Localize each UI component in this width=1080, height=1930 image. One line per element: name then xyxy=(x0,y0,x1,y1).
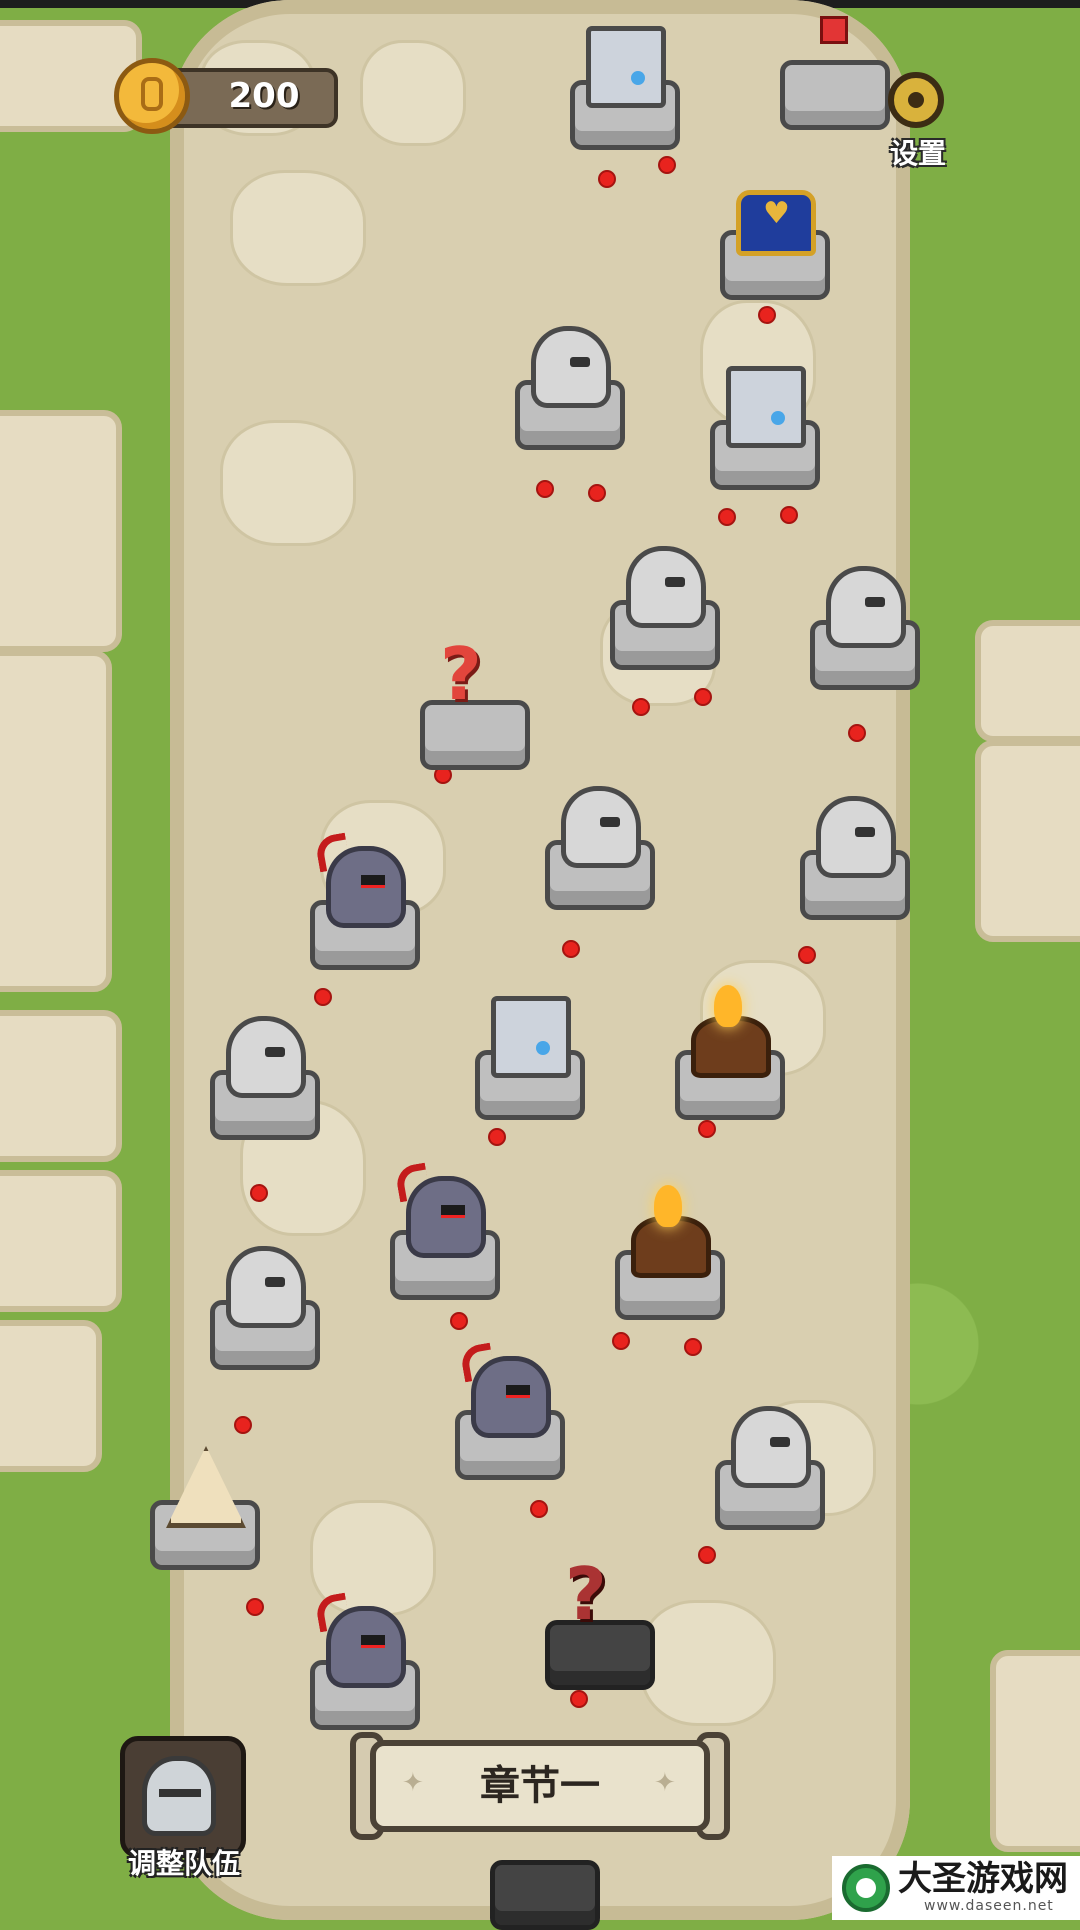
route-dot xyxy=(698,1120,716,1138)
watermark-text: 大圣游戏网 xyxy=(898,1859,1068,1899)
route-dot xyxy=(562,940,580,958)
tent-icon xyxy=(166,1446,246,1528)
watermark-url: www.daseen.net xyxy=(924,1898,1054,1914)
map-node-treasure-chest[interactable] xyxy=(710,170,830,300)
map-node-knight[interactable] xyxy=(505,320,625,450)
route-dot xyxy=(488,1128,506,1146)
map-node-knight[interactable] xyxy=(200,1010,320,1140)
cobble xyxy=(360,40,466,146)
coin-amount: 200 xyxy=(228,76,300,116)
demon-knight-icon xyxy=(326,846,406,928)
pedestal xyxy=(780,60,890,130)
map-node-campfire[interactable] xyxy=(605,1185,725,1320)
tower-icon xyxy=(491,996,571,1078)
map-node-mystery-locked[interactable]: ? xyxy=(535,1552,655,1690)
route-dot xyxy=(698,1546,716,1564)
gold-coin-icon xyxy=(114,58,190,134)
cobble xyxy=(220,420,356,546)
campfire-icon xyxy=(631,1185,711,1278)
knight-helmet-icon xyxy=(142,1756,216,1836)
map-node-knight[interactable] xyxy=(705,1400,825,1530)
demon-knight-icon xyxy=(326,1606,406,1688)
knight-icon xyxy=(561,786,641,868)
knight-icon xyxy=(816,796,896,878)
campfire-icon xyxy=(691,985,771,1078)
map-node-knight[interactable] xyxy=(600,540,720,670)
route-dot xyxy=(588,484,606,502)
tower-icon xyxy=(586,26,666,108)
route-dot xyxy=(314,988,332,1006)
route-dot xyxy=(530,1500,548,1518)
route-dot xyxy=(718,508,736,526)
map-node-mystery[interactable]: ? xyxy=(410,632,530,770)
gear-icon xyxy=(888,72,944,128)
chapter-title: 章节一 xyxy=(480,1763,600,1809)
route-dot xyxy=(612,1332,630,1350)
map-node-demon-knight[interactable] xyxy=(300,840,420,970)
map-node-tent[interactable] xyxy=(140,1440,260,1570)
map-node-campfire[interactable] xyxy=(665,985,785,1120)
knight-icon xyxy=(731,1406,811,1488)
adjust-team-button[interactable]: 调整队伍 xyxy=(116,1736,252,1886)
route-dot xyxy=(632,698,650,716)
route-dot xyxy=(684,1338,702,1356)
knight-icon xyxy=(531,326,611,408)
route-dot xyxy=(598,170,616,188)
knight-icon xyxy=(226,1016,306,1098)
wall-stone xyxy=(0,1010,122,1162)
tower-icon xyxy=(726,366,806,448)
cobble xyxy=(640,1600,776,1726)
watermark-logo-icon xyxy=(842,1864,890,1912)
map-node-knight[interactable] xyxy=(200,1240,320,1370)
knight-icon xyxy=(826,566,906,648)
map-node-tower[interactable] xyxy=(560,20,680,150)
knight-icon xyxy=(626,546,706,628)
route-dot xyxy=(848,724,866,742)
route-dot xyxy=(246,1598,264,1616)
route-dot xyxy=(536,480,554,498)
route-dot xyxy=(758,306,776,324)
map-node-demon-knight[interactable] xyxy=(300,1600,420,1730)
watermark: 大圣游戏网 www.daseen.net xyxy=(832,1856,1080,1920)
demon-knight-icon xyxy=(471,1356,551,1438)
route-dot xyxy=(658,156,676,174)
route-dot xyxy=(798,946,816,964)
route-dot xyxy=(450,1312,468,1330)
wall-stone xyxy=(0,650,112,992)
cobble xyxy=(230,170,366,286)
route-dot xyxy=(570,1690,588,1708)
adjust-team-label: 调整队伍 xyxy=(127,1847,240,1880)
knight-icon xyxy=(226,1246,306,1328)
route-dot xyxy=(234,1416,252,1434)
treasure-chest-icon xyxy=(736,190,816,256)
route-dot xyxy=(250,1184,268,1202)
red-gem-icon xyxy=(820,16,848,44)
wall-stone xyxy=(990,1650,1080,1852)
map-node-demon-knight[interactable] xyxy=(380,1170,500,1300)
map-node-knight[interactable] xyxy=(800,560,920,690)
route-dot xyxy=(694,688,712,706)
chapter-banner: ✦ ✦ 章节一 xyxy=(350,1732,730,1840)
question-mark-icon: ? xyxy=(565,1552,607,1636)
map-node-tower[interactable] xyxy=(465,990,585,1120)
map-node-knight[interactable] xyxy=(535,780,655,910)
route-dot xyxy=(780,506,798,524)
settings-label: 设置 xyxy=(889,137,946,170)
wall-stone xyxy=(975,740,1080,942)
question-mark-icon: ? xyxy=(440,632,482,716)
demon-knight-icon xyxy=(406,1176,486,1258)
map-node-gem[interactable] xyxy=(770,0,890,130)
settings-button[interactable]: 设置 xyxy=(878,72,958,170)
wall-stone xyxy=(0,410,122,652)
map-node-demon-knight[interactable] xyxy=(445,1350,565,1480)
wall-stone xyxy=(0,1170,122,1312)
map-node-knight[interactable] xyxy=(790,790,910,920)
wall-stone xyxy=(975,620,1080,742)
wall-stone xyxy=(0,1320,102,1472)
map-node-tower[interactable] xyxy=(700,360,820,490)
